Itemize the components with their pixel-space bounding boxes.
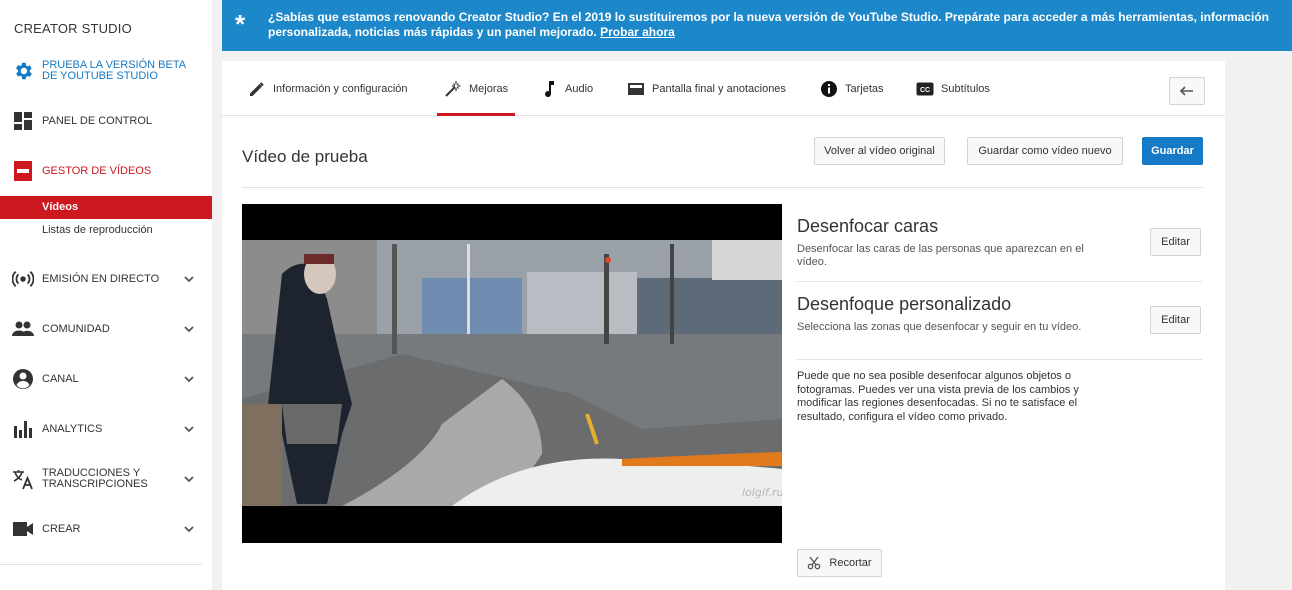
divider bbox=[242, 187, 1203, 188]
watermark-text: lolgif.ru bbox=[742, 486, 782, 499]
tab-label: Subtítulos bbox=[941, 82, 990, 95]
editor-tabs: Información y configuración Mejoras Audi… bbox=[222, 61, 1225, 116]
chevron-down-icon[interactable] bbox=[182, 272, 196, 286]
tab-cards[interactable]: Tarjetas bbox=[820, 61, 884, 116]
chevron-down-icon[interactable] bbox=[182, 422, 196, 436]
sidebar-item-label: CANAL bbox=[42, 372, 79, 385]
notice-banner: * ¿Sabías que estamos renovando Creator … bbox=[222, 0, 1292, 51]
blur-faces-description: Desenfocar las caras de las personas que… bbox=[797, 243, 1084, 268]
account-icon bbox=[12, 368, 34, 390]
video-frame: lolgif.ru bbox=[242, 204, 782, 543]
save-as-new-button[interactable]: Guardar como vídeo nuevo bbox=[967, 137, 1123, 165]
sidebar-item-label: EMISIÓN EN DIRECTO bbox=[42, 272, 160, 285]
chevron-down-icon[interactable] bbox=[182, 322, 196, 336]
sidebar-subitem-playlists[interactable]: Listas de reproducción bbox=[0, 219, 212, 242]
custom-blur-title: Desenfoque personalizado bbox=[797, 294, 1012, 314]
sidebar-item-analytics[interactable]: ANALYTICS bbox=[0, 418, 212, 440]
gear-icon bbox=[12, 60, 34, 82]
blur-note: Puede que no sea posible desenfocar algu… bbox=[797, 370, 1079, 423]
svg-text:CC: CC bbox=[920, 87, 930, 94]
revert-original-button[interactable]: Volver al vídeo original bbox=[814, 137, 945, 165]
sidebar-item-translations[interactable]: TRADUCCIONES Y TRANSCRIPCIONES bbox=[0, 466, 212, 492]
tab-info-settings[interactable]: Información y configuración bbox=[248, 61, 408, 116]
sidebar-item-community[interactable]: COMUNIDAD bbox=[0, 318, 212, 340]
custom-blur-description: Selecciona las zonas que desenfocar y se… bbox=[797, 321, 1082, 333]
scissors-icon bbox=[808, 556, 821, 570]
sidebar-item-label: PANEL DE CONTROL bbox=[42, 114, 153, 127]
sidebar: CREATOR STUDIO PRUEBA LA VERSIÓN BETA DE… bbox=[0, 0, 212, 590]
video-preview[interactable]: lolgif.ru bbox=[242, 204, 782, 543]
video-manager-icon bbox=[12, 160, 34, 182]
sidebar-item-dashboard[interactable]: PANEL DE CONTROL bbox=[0, 110, 212, 132]
divider bbox=[797, 281, 1202, 282]
sidebar-item-label: CREAR bbox=[42, 522, 81, 535]
sidebar-item-label: COMUNIDAD bbox=[42, 322, 110, 335]
tab-label: Tarjetas bbox=[845, 82, 884, 95]
tab-label: Mejoras bbox=[469, 82, 509, 95]
tab-label: Pantalla final y anotaciones bbox=[652, 82, 786, 95]
sidebar-item-label: TRADUCCIONES Y TRANSCRIPCIONES bbox=[42, 467, 148, 490]
try-now-link[interactable]: Probar ahora bbox=[600, 25, 675, 39]
sidebar-divider bbox=[0, 564, 202, 565]
live-icon bbox=[12, 268, 34, 290]
music-note-icon bbox=[540, 80, 558, 98]
sidebar-item-label: GESTOR DE VÍDEOS bbox=[42, 164, 152, 177]
custom-blur-edit-button[interactable]: Editar bbox=[1150, 306, 1201, 334]
magic-wand-icon bbox=[444, 80, 462, 98]
page-title: Vídeo de prueba bbox=[242, 147, 368, 166]
chevron-down-icon[interactable] bbox=[182, 472, 196, 486]
trim-button[interactable]: Recortar bbox=[797, 549, 882, 577]
tab-subtitles[interactable]: CC Subtítulos bbox=[916, 61, 990, 116]
tab-label: Audio bbox=[565, 82, 594, 95]
divider bbox=[797, 359, 1202, 360]
cc-icon: CC bbox=[916, 80, 934, 98]
banner-text: ¿Sabías que estamos renovando Creator St… bbox=[268, 10, 1288, 40]
community-icon bbox=[12, 318, 34, 340]
sidebar-item-channel[interactable]: CANAL bbox=[0, 368, 212, 390]
pencil-icon bbox=[248, 80, 266, 98]
sidebar-item-try-beta[interactable]: PRUEBA LA VERSIÓN BETA DE YOUTUBE STUDIO bbox=[0, 58, 212, 84]
tab-label: Información y configuración bbox=[273, 82, 408, 95]
back-button[interactable] bbox=[1169, 77, 1205, 105]
sidebar-subitem-videos[interactable]: Vídeos bbox=[0, 196, 212, 219]
tab-audio[interactable]: Audio bbox=[540, 61, 593, 116]
brand-title: CREATOR STUDIO bbox=[14, 21, 132, 36]
chevron-down-icon[interactable] bbox=[182, 522, 196, 536]
blur-faces-title: Desenfocar caras bbox=[797, 216, 939, 236]
chevron-down-icon[interactable] bbox=[182, 372, 196, 386]
camera-icon bbox=[12, 518, 34, 540]
banner-message: ¿Sabías que estamos renovando Creator St… bbox=[268, 10, 1269, 39]
main-panel: Información y configuración Mejoras Audi… bbox=[222, 61, 1225, 590]
blur-faces-edit-button[interactable]: Editar bbox=[1150, 228, 1201, 256]
sidebar-item-label: PRUEBA LA VERSIÓN BETA DE YOUTUBE STUDIO bbox=[42, 59, 186, 82]
end-screen-icon bbox=[627, 80, 645, 98]
asterisk-icon: * bbox=[235, 9, 246, 39]
sidebar-item-label: ANALYTICS bbox=[42, 422, 103, 435]
bar-chart-icon bbox=[12, 418, 34, 440]
translate-icon bbox=[12, 468, 34, 490]
save-button[interactable]: Guardar bbox=[1142, 137, 1203, 165]
dashboard-icon bbox=[12, 110, 34, 132]
sidebar-item-create[interactable]: CREAR bbox=[0, 518, 212, 540]
sidebar-item-video-manager[interactable]: GESTOR DE VÍDEOS bbox=[0, 160, 212, 182]
info-icon bbox=[820, 80, 838, 98]
sidebar-item-live[interactable]: EMISIÓN EN DIRECTO bbox=[0, 268, 212, 290]
undo-arrow-icon bbox=[1179, 86, 1193, 96]
tab-enhancements[interactable]: Mejoras bbox=[437, 61, 516, 116]
trim-label: Recortar bbox=[829, 557, 872, 569]
tab-end-screen[interactable]: Pantalla final y anotaciones bbox=[627, 61, 786, 116]
